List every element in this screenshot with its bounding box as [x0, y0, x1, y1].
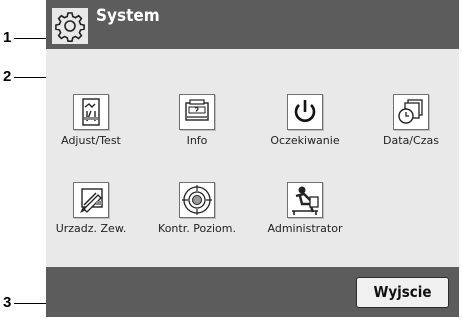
callout-3: 3 [3, 294, 12, 311]
footer-bar: Wyjscie [46, 267, 459, 317]
tile-administrator-label: Administrator [267, 222, 343, 235]
callout-2: 2 [3, 68, 12, 85]
tile-date-time-label: Data/Czas [383, 134, 439, 147]
tile-info[interactable]: Info [152, 83, 242, 163]
tile-administrator[interactable]: Administrator [260, 171, 350, 251]
tile-adjust-test-label: Adjust/Test [61, 134, 121, 147]
level-target-icon [179, 182, 215, 218]
header-bar: System [46, 0, 459, 49]
tile-date-time[interactable]: Data/Czas [366, 83, 456, 163]
tile-peripherals[interactable]: Urzadz. Zew. [46, 171, 136, 251]
tile-peripherals-label: Urzadz. Zew. [55, 222, 127, 235]
info-icon [179, 94, 215, 130]
administrator-icon [287, 182, 323, 218]
device-icon [73, 182, 109, 218]
tile-adjust-test[interactable]: Adjust/Test [46, 83, 136, 163]
tile-info-label: Info [186, 134, 208, 147]
terminal-screen: System Adjust/Test Info Oczekiwanie Data… [46, 0, 459, 317]
power-icon [287, 94, 323, 130]
tile-standby-label: Oczekiwanie [270, 134, 340, 147]
menu-panel: Adjust/Test Info Oczekiwanie Data/Czas U… [46, 49, 459, 267]
page-title: System [96, 6, 160, 26]
calendar-clock-icon [393, 94, 429, 130]
tile-standby[interactable]: Oczekiwanie [260, 83, 350, 163]
tile-level-control-label: Kontr. Poziom. [158, 222, 236, 235]
adjust-test-icon [73, 94, 109, 130]
callout-1: 1 [3, 29, 12, 46]
exit-button[interactable]: Wyjscie [356, 277, 449, 308]
gear-icon [52, 8, 88, 44]
tile-level-control[interactable]: Kontr. Poziom. [152, 171, 242, 251]
